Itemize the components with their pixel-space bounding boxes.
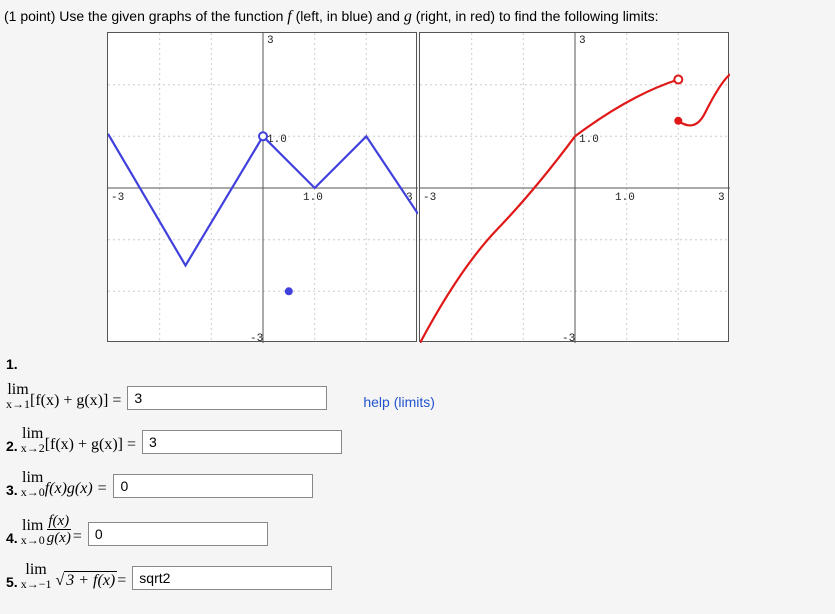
svg-text:1.0: 1.0 [579,134,599,146]
prompt-mid: (left, in blue) and [292,8,404,24]
q3-number: 3. [6,482,18,498]
fn-g: g [404,8,412,25]
svg-text:3: 3 [267,35,274,47]
q5-number: 5. [6,574,18,590]
points-label: (1 point) [4,8,55,24]
svg-text:-3: -3 [562,333,575,343]
q5-answer-input[interactable] [132,566,332,590]
problem-prompt: (1 point) Use the given graphs of the fu… [4,8,831,26]
q5-eq: = [117,572,126,590]
prompt-pre: Use the given graphs of the function [55,8,287,24]
help-limits-link[interactable]: help (limits) [363,394,435,410]
q4-sub: x→0 [21,534,45,546]
q2-expr: [f(x) + g(x)] = [45,436,136,454]
svg-text:-3: -3 [250,333,263,343]
svg-text:1.0: 1.0 [303,192,323,204]
question-5: 5. limx→−1 √3 + f(x) = [6,562,831,590]
q5-sub: x→−1 [21,578,52,590]
q1-expr: [f(x) + g(x)] = [30,392,121,410]
q1-answer-input[interactable] [127,386,327,410]
q1-number: 1. [6,356,831,372]
q3-sub: x→0 [21,486,45,498]
q4-lim: lim [22,518,43,534]
prompt-post: (right, in red) to find the following li… [412,8,659,24]
question-2: 2. limx→2 [f(x) + g(x)] = [6,426,831,454]
svg-text:-3: -3 [111,192,124,204]
svg-text:1.0: 1.0 [615,192,635,204]
q2-lim: lim [22,426,43,442]
q1-sub: x→1 [6,398,30,410]
q2-answer-input[interactable] [142,430,342,454]
q5-radicand: 3 + f(x) [64,571,117,590]
q5-lim: lim [25,562,46,578]
q4-eq: = [73,528,82,546]
q3-answer-input[interactable] [113,474,313,498]
question-3: 3. limx→0 f(x)g(x) = [6,470,831,498]
q4-number: 4. [6,530,18,546]
svg-text:-3: -3 [423,192,436,204]
svg-text:3: 3 [579,35,586,47]
q1-lim: lim [7,382,28,398]
question-1: limx→1 [f(x) + g(x)] = help (limits) [6,382,831,410]
q4-frac-num: f(x) [48,514,69,529]
q2-sub: x→2 [21,442,45,454]
graph-g: -3 1.0 1.0 -3 3 3 [419,32,729,342]
graph-f: -3 1.0 1.0 -3 3 3 [107,32,417,342]
q4-frac-den: g(x) [47,529,71,546]
svg-text:3: 3 [718,192,725,204]
q3-lim: lim [22,470,43,486]
q3-expr: f(x)g(x) = [45,480,108,498]
sqrt-icon: √ [51,572,64,590]
q2-number: 2. [6,438,18,454]
question-4: 4. limx→0 f(x)g(x) = [6,514,831,546]
q4-answer-input[interactable] [88,522,268,546]
